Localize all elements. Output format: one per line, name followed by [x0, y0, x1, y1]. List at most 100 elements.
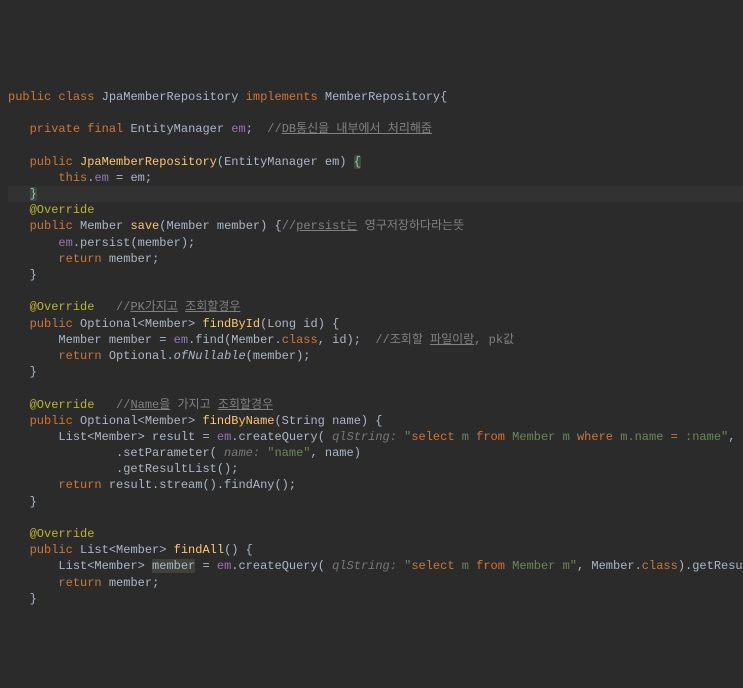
comment: // — [116, 300, 130, 314]
annotation: @Override — [30, 527, 95, 541]
param-name: member — [217, 219, 260, 233]
value: member — [102, 576, 152, 590]
keyword: return — [58, 478, 101, 492]
param-name: id — [303, 317, 317, 331]
param-hint: name: — [217, 446, 267, 460]
variable: result — [152, 430, 195, 444]
value: result.stream().findAny() — [102, 478, 289, 492]
type: List<Member> — [58, 430, 144, 444]
method-call: .getResultList() — [116, 462, 231, 476]
field: em — [174, 333, 188, 347]
method-call: .createQuery( — [231, 430, 325, 444]
type: Member — [58, 333, 101, 347]
method-call: .find(Member. — [188, 333, 282, 347]
comment-text: 조회할경우 — [218, 398, 273, 412]
comment-text: DB통신을 내부에서 처리해줌 — [282, 122, 432, 136]
keyword: public — [8, 90, 51, 104]
keyword: class — [58, 90, 94, 104]
sql-keyword: select — [411, 559, 461, 573]
comment: // — [282, 219, 296, 233]
annotation: @Override — [30, 398, 95, 412]
comment-text: persist는 — [296, 219, 357, 233]
brace-highlight: } — [30, 187, 37, 201]
method-name: findById — [202, 317, 260, 331]
return-type: Member — [80, 219, 123, 233]
string: "name" — [267, 446, 310, 460]
keyword: return — [58, 252, 101, 266]
keyword: public — [30, 219, 73, 233]
sql-keyword: where — [577, 430, 620, 444]
class-name: JpaMemberRepository — [102, 90, 239, 104]
constructor: JpaMemberRepository — [80, 155, 217, 169]
param-hint: qlString: — [325, 559, 404, 573]
args: , Member. — [577, 559, 642, 573]
param-hint: qlString: — [325, 430, 404, 444]
variable-highlight: member — [152, 559, 195, 573]
keyword: implements — [246, 90, 318, 104]
param-type: Long — [267, 317, 296, 331]
field: em — [217, 430, 231, 444]
args: , name) — [311, 446, 361, 460]
return-type: Optional<Member> — [80, 317, 195, 331]
return-type: List<Member> — [80, 543, 166, 557]
static-method: ofNullable — [174, 349, 246, 363]
brace-highlight: { — [354, 155, 361, 169]
keyword: final — [87, 122, 123, 136]
value: member — [102, 252, 152, 266]
type: List<Member> — [58, 559, 144, 573]
field: em — [94, 171, 108, 185]
value: Optional. — [102, 349, 174, 363]
keyword: return — [58, 576, 101, 590]
code-block: public class JpaMemberRepository impleme… — [8, 73, 743, 607]
comment-text: 조회할경우 — [185, 300, 240, 314]
args: , Member. — [728, 430, 743, 444]
keyword: private — [30, 122, 80, 136]
method-chain: ).getResultList() — [678, 559, 743, 573]
sql-keyword: from — [476, 430, 512, 444]
comment-text: , pk값 — [474, 333, 514, 347]
method-call: .createQuery( — [231, 559, 325, 573]
method-name: findAll — [174, 543, 224, 557]
annotation: @Override — [30, 300, 95, 314]
method-name: save — [130, 219, 159, 233]
keyword: public — [30, 317, 73, 331]
keyword: class — [642, 559, 678, 573]
comment-text: 파일이랑 — [430, 333, 474, 347]
keyword: public — [30, 155, 73, 169]
keyword: public — [30, 543, 73, 557]
variable: member — [109, 333, 152, 347]
args: , id) — [318, 333, 354, 347]
comment: // — [267, 122, 281, 136]
args: (member) — [246, 349, 304, 363]
string-quote: " — [404, 559, 411, 573]
current-line: } — [8, 186, 743, 202]
param-type: String — [282, 414, 325, 428]
sql-keyword: from — [476, 559, 512, 573]
param-name: em — [325, 155, 339, 169]
comment: //조회할 — [375, 333, 430, 347]
param-type: Member — [166, 219, 209, 233]
keyword: return — [58, 349, 101, 363]
param-name: name — [332, 414, 361, 428]
comment-text: Name을 — [130, 398, 170, 412]
keyword: class — [282, 333, 318, 347]
param-type: EntityManager — [224, 155, 318, 169]
method-name: findByName — [202, 414, 274, 428]
sql-keyword: select — [411, 430, 461, 444]
comment-text: 영구저장하다라는뜻 — [358, 219, 465, 233]
comment-text: PK가지고 — [130, 300, 178, 314]
method-call: .persist(member) — [73, 236, 188, 250]
type: EntityManager — [130, 122, 224, 136]
return-type: Optional<Member> — [80, 414, 195, 428]
interface-name: MemberRepository — [325, 90, 440, 104]
field: em — [217, 559, 231, 573]
field: em — [58, 236, 72, 250]
comment: // — [116, 398, 130, 412]
field: em — [231, 122, 245, 136]
comment-text: 가지고 — [170, 398, 218, 412]
string-quote: " — [570, 559, 577, 573]
method-call: .setParameter( — [116, 446, 217, 460]
keyword: public — [30, 414, 73, 428]
annotation: @Override — [30, 203, 95, 217]
assignment: = em — [109, 171, 145, 185]
